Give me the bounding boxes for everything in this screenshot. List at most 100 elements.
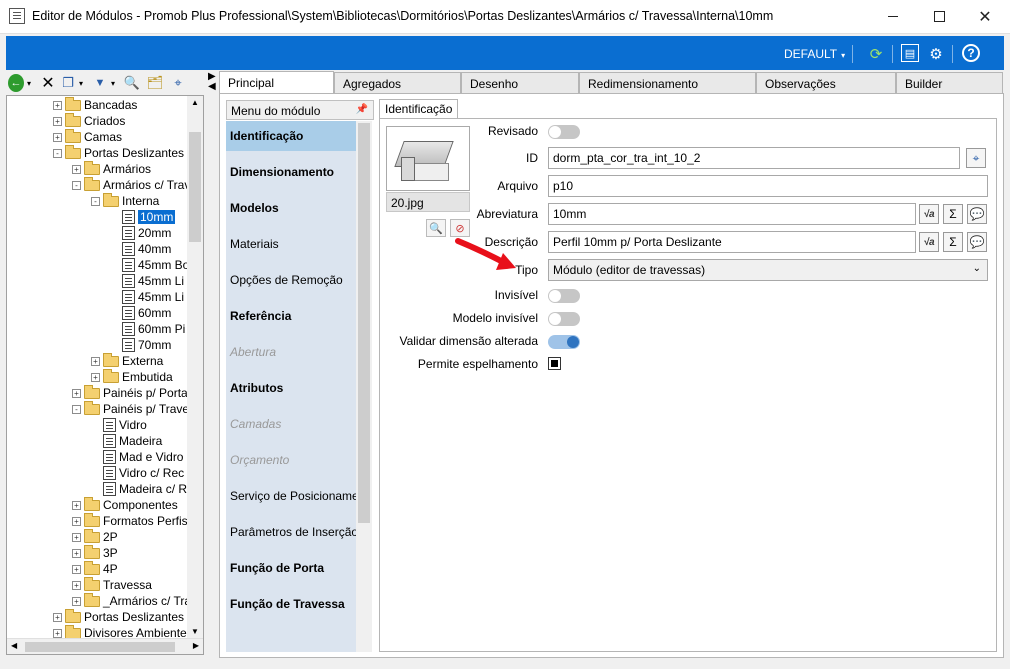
expand-icon[interactable]: + (53, 132, 62, 142)
tree-item[interactable]: Vidro c/ Rec (91, 465, 184, 481)
move-down-icon[interactable]: ▼ (92, 74, 108, 92)
maximize-button[interactable] (916, 0, 962, 33)
tree-item[interactable]: Mad e Vidro (91, 449, 183, 465)
tree-item[interactable]: + _Armários c/ Tra (72, 592, 191, 609)
tab-observacoes[interactable]: Observações (756, 72, 896, 93)
tree-item[interactable]: Madeira c/ R (91, 481, 187, 497)
tab-redimensionamento[interactable]: Redimensionamento (579, 72, 756, 93)
tree-item[interactable]: 45mm Li (110, 273, 184, 289)
chevron-right-icon[interactable]: ▶ (193, 641, 199, 650)
scroll-thumb[interactable] (358, 123, 370, 523)
menu-item[interactable]: Abertura (226, 337, 356, 367)
tree-item[interactable]: 10mm (110, 209, 176, 225)
chevron-down-icon[interactable]: ▾ (77, 74, 85, 92)
revisado-toggle[interactable] (548, 125, 580, 139)
chevron-down-icon[interactable]: ▾ (25, 74, 33, 92)
profile-dropdown[interactable]: DEFAULT ▾ (784, 47, 845, 61)
find-icon[interactable]: 🔍 (123, 74, 141, 92)
tree-item[interactable]: - Portas Deslizantes (53, 144, 184, 161)
comment-icon[interactable]: 💬 (967, 232, 987, 252)
remove-image-icon[interactable]: ⊘ (450, 219, 470, 237)
comment-icon[interactable]: 💬 (967, 204, 987, 224)
expand-icon[interactable]: + (72, 532, 81, 542)
abreviatura-field[interactable]: 10mm (548, 203, 916, 225)
binoculars-icon[interactable]: 🔍 (426, 219, 446, 237)
menu-item[interactable]: Referência (226, 301, 356, 331)
descricao-field[interactable]: Perfil 10mm p/ Porta Deslizante (548, 231, 916, 253)
tipo-select[interactable]: Módulo (editor de travessas) ⌄ (548, 259, 988, 281)
sum-icon[interactable]: Σ (943, 232, 963, 252)
tree-item[interactable]: + Embutida (91, 368, 173, 385)
expand-icon[interactable]: + (72, 164, 81, 174)
tree-item[interactable]: + Painéis p/ Portas (72, 384, 194, 401)
menu-item[interactable]: Função de Travessa (226, 589, 356, 619)
tree-vertical-scrollbar[interactable]: ▲ ▼ (187, 96, 203, 638)
tree-item[interactable]: 45mm Bo (110, 257, 189, 273)
tree-item[interactable]: + Formatos Perfis (72, 512, 188, 529)
collapse-icon[interactable]: - (91, 196, 100, 206)
locate-id-icon[interactable]: ⌖ (966, 148, 986, 168)
tree-item[interactable]: 60mm (110, 305, 171, 321)
folder-link-icon[interactable]: 🗂 (146, 74, 164, 92)
expand-icon[interactable]: + (72, 580, 81, 590)
expand-icon[interactable]: + (53, 116, 62, 126)
chevron-down-icon[interactable]: ▾ (109, 74, 117, 92)
menu-item[interactable]: Opções de Remoção (226, 265, 356, 295)
tree-item[interactable]: + Componentes (72, 496, 178, 513)
help-icon[interactable]: ? (962, 44, 980, 62)
tree-item[interactable]: Vidro (91, 417, 147, 433)
invisivel-toggle[interactable] (548, 289, 580, 303)
expand-icon[interactable]: + (91, 356, 100, 366)
collapse-icon[interactable]: - (72, 180, 81, 190)
formula-icon[interactable]: √a (919, 204, 939, 224)
menu-item[interactable]: Materiais (226, 229, 356, 259)
menu-item[interactable]: Serviço de Posicionamento (226, 481, 356, 511)
tree-item[interactable]: 60mm Pi (110, 321, 185, 337)
copy-icon[interactable]: ❐ (60, 74, 76, 92)
chevron-left-icon[interactable]: ◀ (11, 641, 17, 650)
tree-item[interactable]: + Travessa (72, 576, 152, 593)
scroll-thumb[interactable] (25, 642, 175, 652)
splitter-arrows[interactable]: ▶ ◀ (208, 72, 216, 92)
expand-icon[interactable]: + (72, 388, 81, 398)
tree-item[interactable]: + Externa (91, 352, 163, 369)
chevron-down-icon[interactable]: ▼ (191, 627, 199, 636)
back-icon[interactable]: ← (8, 74, 24, 92)
menu-item[interactable]: Parâmetros de Inserção (226, 517, 356, 547)
tree-item[interactable]: + Portas Deslizantes I (53, 608, 191, 625)
layout-icon[interactable]: ▤ (901, 44, 919, 62)
menu-item[interactable]: Camadas (226, 409, 356, 439)
scroll-thumb[interactable] (189, 132, 201, 242)
pin-icon[interactable]: 📌 (356, 104, 368, 115)
expand-icon[interactable]: + (53, 628, 62, 638)
modelo-invisivel-toggle[interactable] (548, 312, 580, 326)
expand-icon[interactable]: + (72, 500, 81, 510)
tree-item[interactable]: 40mm (110, 241, 171, 257)
expand-icon[interactable]: + (72, 516, 81, 526)
tree-horizontal-scrollbar[interactable]: ◀ ▶ (7, 638, 203, 654)
tree-item[interactable]: - Interna (91, 192, 159, 209)
menu-item[interactable]: Dimensionamento (226, 157, 356, 187)
sum-icon[interactable]: Σ (943, 204, 963, 224)
tree-item[interactable]: +4P (72, 560, 118, 577)
close-button[interactable]: ✕ (962, 0, 1008, 33)
menu-item[interactable]: Orçamento (226, 445, 356, 475)
tree-item[interactable]: + Armários (72, 160, 151, 177)
tab-principal[interactable]: Principal (219, 71, 334, 94)
tab-builder[interactable]: Builder (896, 72, 1003, 93)
minimize-button[interactable] (870, 0, 916, 33)
expand-icon[interactable]: + (53, 100, 62, 110)
tree-item[interactable]: + Camas (53, 128, 122, 145)
tree-item[interactable]: 70mm (110, 337, 171, 353)
tree-item[interactable]: 45mm Li (110, 289, 184, 305)
tab-agregados[interactable]: Agregados (334, 72, 461, 93)
menu-item[interactable]: Função de Porta (226, 553, 356, 583)
chevron-up-icon[interactable]: ▲ (191, 98, 199, 107)
id-field[interactable]: dorm_pta_cor_tra_int_10_2 (548, 147, 960, 169)
validar-dimensao-toggle[interactable] (548, 335, 580, 349)
tree-item[interactable]: - Armários c/ Trav (72, 176, 190, 193)
tree-item[interactable]: +2P (72, 528, 118, 545)
tree-item[interactable]: + Criados (53, 112, 125, 129)
tree-item[interactable]: Madeira (91, 433, 162, 449)
tab-identificacao[interactable]: Identificação (379, 99, 459, 118)
